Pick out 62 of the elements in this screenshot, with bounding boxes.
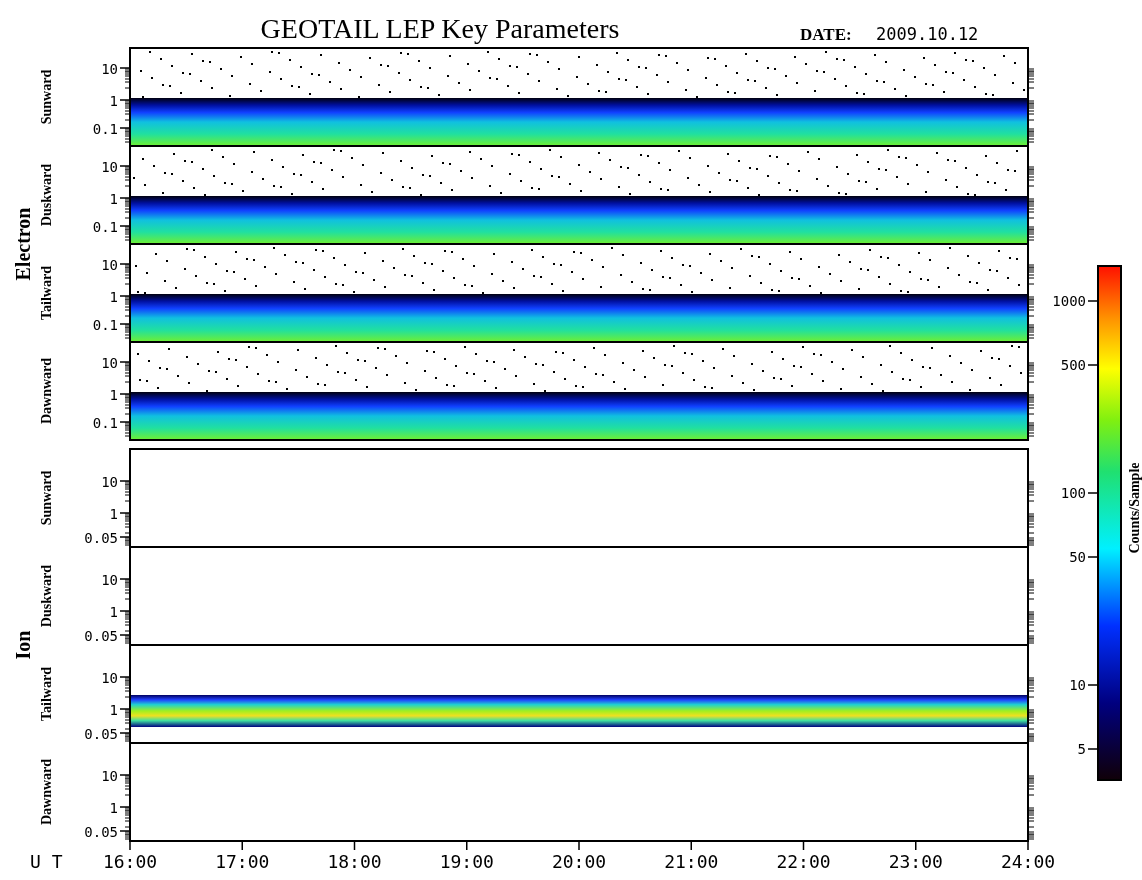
panel-label: Tailward <box>39 667 54 721</box>
y-axis-ticks <box>119 774 131 840</box>
y-tick-label: 10 <box>101 61 118 77</box>
y-tick-label: 0.05 <box>84 530 118 546</box>
x-tick-label: 22:00 <box>776 851 831 872</box>
y-tick-label: 0.05 <box>84 726 118 742</box>
panel-label: Dawnward <box>39 357 54 425</box>
y-tick-label: 10 <box>101 257 118 273</box>
x-axis-label: U T <box>30 851 63 872</box>
y-tick-label: 10 <box>101 474 118 490</box>
y-tick-label: 1 <box>109 93 118 109</box>
y-tick-label: 0.1 <box>92 415 118 431</box>
y-axis-ticks <box>1027 481 1035 546</box>
y-tick-label: 10 <box>101 572 118 588</box>
y-axis-ticks <box>1027 579 1035 644</box>
colorbar-tick-label: 500 <box>1060 357 1086 373</box>
y-tick-label: 1 <box>109 604 118 620</box>
colorbar-tick-label: 1000 <box>1052 293 1086 309</box>
x-tick-label: 24:00 <box>1000 851 1056 872</box>
x-tick-label: 18:00 <box>327 851 382 872</box>
y-tick-label: 0.1 <box>92 219 118 235</box>
y-tick-label: 1 <box>109 506 118 522</box>
colorbar-label: Counts/Sample <box>1127 462 1142 554</box>
y-tick-label: 10 <box>101 768 118 784</box>
y-tick-label: 1 <box>109 191 118 207</box>
colorbar-tick-label: 10 <box>1069 677 1086 693</box>
x-tick-label: 21:00 <box>664 851 719 872</box>
y-tick-label: 10 <box>101 159 118 175</box>
colorbar-tick-label: 100 <box>1060 485 1086 501</box>
y-tick-label: 0.05 <box>84 628 118 644</box>
y-tick-label: 1 <box>109 289 118 305</box>
y-tick-label: 10 <box>101 355 118 371</box>
panel-label: Dawnward <box>39 758 54 826</box>
x-tick-label: 20:00 <box>551 851 607 872</box>
y-tick-label: 1 <box>109 702 118 718</box>
date-label: DATE: <box>800 25 852 44</box>
x-tick-label: 16:00 <box>102 851 158 872</box>
group-label: Electron <box>12 207 34 281</box>
panel-label: Sunward <box>39 69 54 125</box>
x-tick-label: 17:00 <box>215 851 270 872</box>
y-tick-label: 0.1 <box>92 317 118 333</box>
panel-label: Tailward <box>39 266 54 320</box>
group-label: Ion <box>12 630 34 660</box>
date-value: 2009.10.12 <box>876 24 979 44</box>
y-tick-label: 10 <box>101 670 118 686</box>
y-axis-ticks <box>119 676 131 742</box>
panel-label: Duskward <box>39 564 54 628</box>
y-tick-label: 1 <box>109 387 118 403</box>
y-tick-label: 0.05 <box>84 824 118 840</box>
y-tick-label: 1 <box>109 800 118 816</box>
y-axis-ticks <box>1027 775 1035 840</box>
y-axis-ticks <box>1027 677 1035 742</box>
plot-title: GEOTAIL LEP Key Parameters <box>260 13 620 44</box>
y-tick-label: 0.1 <box>92 121 118 137</box>
y-axis-ticks <box>119 480 131 546</box>
colorbar-tick-label: 5 <box>1077 741 1086 757</box>
x-tick-label: 19:00 <box>439 851 494 872</box>
y-axis-ticks <box>119 578 131 644</box>
panel-label: Duskward <box>39 163 54 227</box>
panel-label: Sunward <box>39 470 54 526</box>
x-tick-label: 23:00 <box>888 851 943 872</box>
colorbar-tick-label: 50 <box>1069 549 1086 565</box>
